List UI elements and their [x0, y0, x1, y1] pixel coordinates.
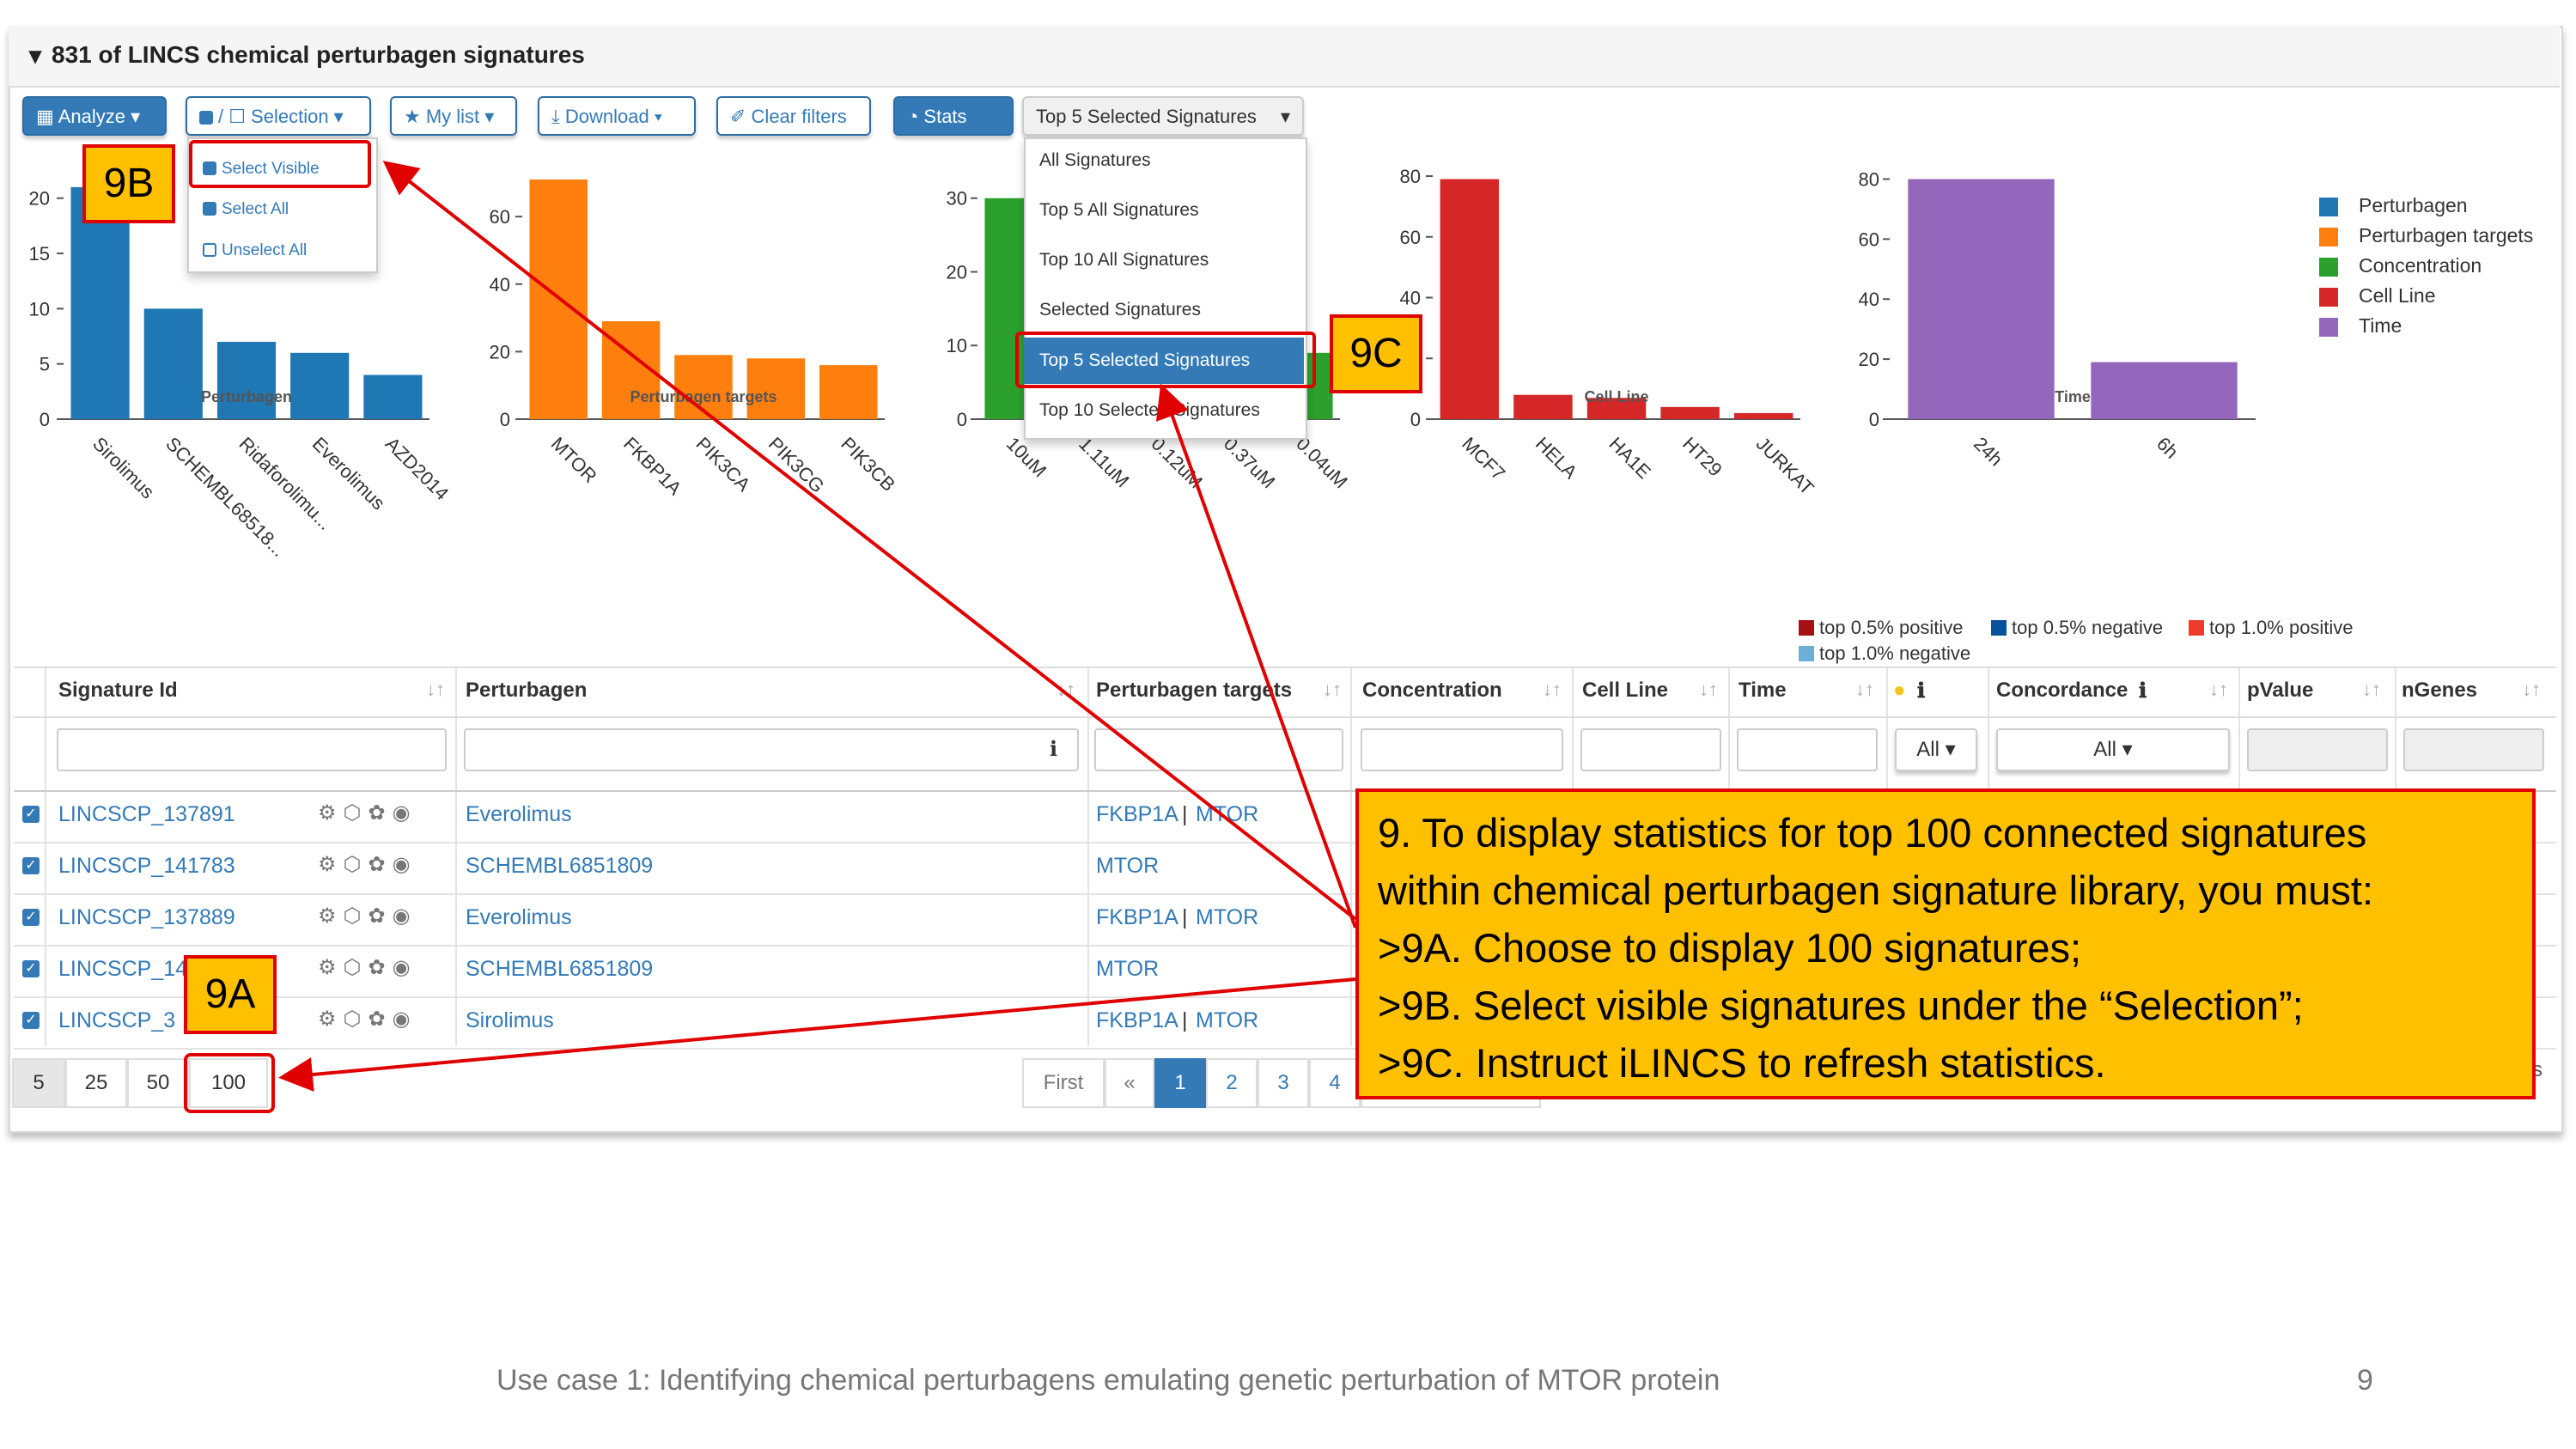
- arrow-to-9b: [382, 161, 1357, 921]
- instruction-line: within chemical perturbagen signature li…: [1378, 868, 2374, 913]
- annotation-arrows: [278, 161, 1357, 1093]
- slide-number: 9: [2357, 1364, 2373, 1397]
- instruction-line: >9C. Instruct iLINCS to refresh statisti…: [1378, 1040, 2106, 1086]
- arrow-to-9a: [278, 977, 1356, 1093]
- instruction-line: 9. To display statistics for top 100 con…: [1378, 810, 2367, 855]
- instructions-callout: 9. To display statistics for top 100 con…: [1355, 788, 2536, 1099]
- instruction-line: >9A. Choose to display 100 signatures;: [1378, 925, 2082, 971]
- slide-caption: Use case 1: Identifying chemical perturb…: [496, 1364, 1720, 1397]
- arrow-to-9c: [1155, 383, 1357, 928]
- instruction-line: >9B. Select visible signatures under the…: [1378, 983, 2304, 1028]
- callout-9b: 9B: [82, 144, 175, 223]
- callout-9a: 9A: [184, 955, 277, 1034]
- callout-9c: 9C: [1330, 314, 1422, 393]
